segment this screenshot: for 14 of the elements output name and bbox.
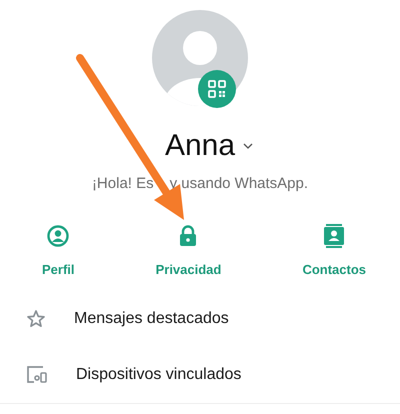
profile-name: Anna	[164, 128, 236, 164]
profile-status: ¡Hola! Es	[92, 174, 154, 194]
lock-icon	[179, 225, 198, 247]
action-button[interactable]: Privacidad	[156, 224, 222, 277]
chevron-down-icon[interactable]	[243, 143, 254, 149]
qr-code-icon	[208, 80, 226, 98]
menu-item[interactable]: Mensajes destacados	[74, 310, 229, 328]
star-icon	[26, 309, 46, 329]
action-button[interactable]: Contactos	[302, 224, 366, 277]
profile-icon	[47, 225, 70, 247]
menu-item[interactable]: Dispositivos vinculados	[76, 366, 242, 384]
contacts-icon	[323, 224, 346, 248]
devices-icon	[26, 366, 48, 384]
action-button[interactable]: Perfil	[42, 224, 75, 277]
